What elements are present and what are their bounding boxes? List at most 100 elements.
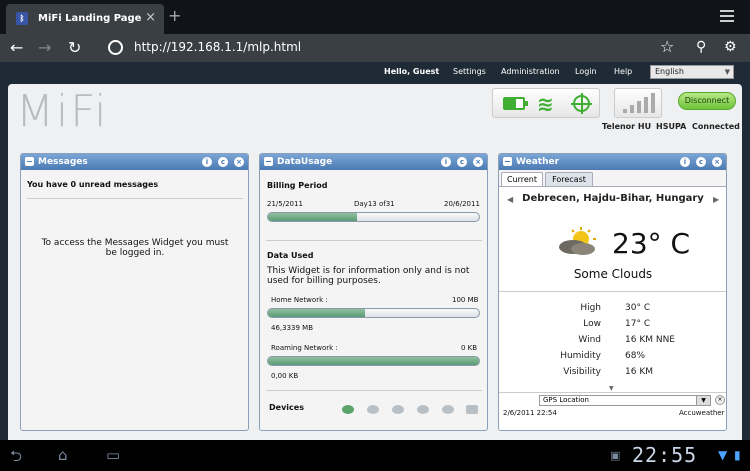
disconnect-button[interactable]: Disconnect <box>678 92 736 110</box>
visibility-value: 16 KM <box>625 367 653 377</box>
home-nav-icon[interactable]: ⌂ <box>58 446 68 464</box>
next-location-icon[interactable]: ▶ <box>713 195 719 204</box>
close-icon[interactable]: × <box>234 157 244 167</box>
billing-day: Day13 of31 <box>354 200 395 208</box>
signal-bar-icon <box>623 109 627 113</box>
tab-title: MiFi Landing Page <box>38 13 142 24</box>
humidity-label: Humidity <box>560 351 601 361</box>
bookmark-star-icon[interactable]: ☆ <box>660 37 674 56</box>
tab-current[interactable]: Current <box>501 172 543 186</box>
wifi-icon: ≋ <box>537 92 554 116</box>
home-network-label: Home Network : <box>271 296 328 304</box>
billing-period-label: Billing Period <box>267 181 328 190</box>
datausage-title: DataUsage <box>277 157 333 167</box>
device-wifi-icon[interactable] <box>442 405 454 414</box>
recent-apps-icon[interactable]: ▭ <box>106 446 120 464</box>
battery-status-icon: ▮ <box>734 448 741 462</box>
url-field[interactable]: http://192.168.1.1/mlp.html <box>134 40 301 54</box>
high-value: 30° C <box>625 303 651 313</box>
weather-location: Debrecen, Hajdu-Bihar, Hungary <box>522 193 704 204</box>
roaming-network-label: Roaming Network : <box>271 344 338 352</box>
info-icon[interactable]: i <box>680 157 690 167</box>
new-tab-icon[interactable]: + <box>168 6 181 25</box>
billing-end: 20/6/2011 <box>444 200 480 208</box>
system-bar: ⮌ ⌂ ▭ ▣ 22:55 ▼ ▮ <box>0 440 750 469</box>
clear-icon[interactable]: × <box>715 395 725 405</box>
signal-bar-icon <box>644 97 648 113</box>
divider <box>266 390 482 391</box>
home-network-progress-fill <box>268 309 366 317</box>
nav-help[interactable]: Help <box>614 67 632 76</box>
settings-icon[interactable]: ⚙ <box>724 39 737 55</box>
signal-bar-icon <box>651 93 655 113</box>
weather-widget: Weather i c × Current Forecast ◀ Debrece… <box>498 153 727 431</box>
notification-icon[interactable]: ▣ <box>610 449 620 462</box>
dropdown-arrow-icon[interactable]: ▼ <box>696 396 710 405</box>
billing-disclaimer: This Widget is for information only and … <box>267 266 470 286</box>
minimize-icon[interactable] <box>264 157 273 166</box>
datausage-header: DataUsage i c × <box>260 154 487 170</box>
high-label: High <box>580 303 601 313</box>
close-icon[interactable]: × <box>473 157 483 167</box>
low-label: Low <box>583 319 601 329</box>
collapse-icon[interactable]: ▼ <box>609 385 614 392</box>
browser-tab[interactable]: ᛒ MiFi Landing Page × <box>6 4 164 34</box>
device-status: ≋ <box>492 88 600 118</box>
favicon-icon: ᛒ <box>16 12 28 25</box>
close-icon[interactable]: × <box>712 157 722 167</box>
current-condition: Some Clouds <box>573 267 653 281</box>
forward-icon[interactable]: → <box>38 38 51 57</box>
mifi-logo: MiFi <box>16 86 109 137</box>
device-wifi-icon[interactable] <box>392 405 404 414</box>
refresh-icon[interactable]: c <box>696 157 706 167</box>
billing-start: 21/5/2011 <box>267 200 303 208</box>
system-clock: 22:55 <box>632 443 698 467</box>
search-icon[interactable]: ⚲ <box>696 39 706 55</box>
info-icon[interactable]: i <box>202 157 212 167</box>
wind-label: Wind <box>578 335 601 345</box>
tab-forecast[interactable]: Forecast <box>545 172 593 186</box>
weather-header: Weather i c × <box>499 154 726 170</box>
unread-count: You have 0 unread messages <box>27 180 159 189</box>
back-icon[interactable]: ← <box>10 38 23 57</box>
visibility-label: Visibility <box>563 367 601 377</box>
menu-icon[interactable] <box>720 10 734 22</box>
page: Hello, Guest Settings Administration Log… <box>0 62 750 440</box>
nav-login[interactable]: Login <box>575 67 597 76</box>
globe-icon <box>108 40 123 55</box>
login-notice: To access the Messages Widget you must b… <box>41 238 229 258</box>
divider <box>27 198 243 199</box>
device-wifi-icon[interactable] <box>342 405 354 414</box>
partly-cloudy-icon <box>559 227 596 255</box>
refresh-icon[interactable]: c <box>218 157 228 167</box>
close-tab-icon[interactable]: × <box>145 10 156 25</box>
info-icon[interactable]: i <box>441 157 451 167</box>
messages-title: Messages <box>38 157 88 167</box>
back-nav-icon[interactable]: ⮌ <box>10 446 22 471</box>
minimize-icon[interactable] <box>25 157 34 166</box>
nav-settings[interactable]: Settings <box>453 67 486 76</box>
wifi-status-icon: ▼ <box>718 448 728 462</box>
device-usb-icon[interactable] <box>466 405 478 414</box>
home-network-limit: 100 MB <box>452 296 479 304</box>
gps-location-select[interactable]: GPS Location ▼ <box>539 395 711 406</box>
battery-icon <box>503 97 528 110</box>
low-value: 17° C <box>625 319 651 329</box>
device-wifi-icon[interactable] <box>367 405 379 414</box>
language-select[interactable]: English <box>650 65 734 79</box>
weather-provider: Accuweather <box>679 409 725 417</box>
minimize-icon[interactable] <box>503 157 512 166</box>
wind-value: 16 KM NNE <box>625 335 675 345</box>
reload-icon[interactable]: ↻ <box>68 38 81 57</box>
weather-timestamp: 2/6/2011 22:54 <box>503 409 557 417</box>
signal-strength <box>614 88 662 118</box>
billing-progress-fill <box>268 213 357 221</box>
refresh-icon[interactable]: c <box>457 157 467 167</box>
nav-administration[interactable]: Administration <box>501 67 560 76</box>
connection-status: Connected <box>692 122 740 131</box>
device-wifi-icon[interactable] <box>417 405 429 414</box>
current-temperature: 23° C <box>612 227 691 260</box>
divider <box>499 291 726 292</box>
signal-bar-icon <box>630 105 634 113</box>
home-network-value: 46,3339 MB <box>271 324 314 332</box>
